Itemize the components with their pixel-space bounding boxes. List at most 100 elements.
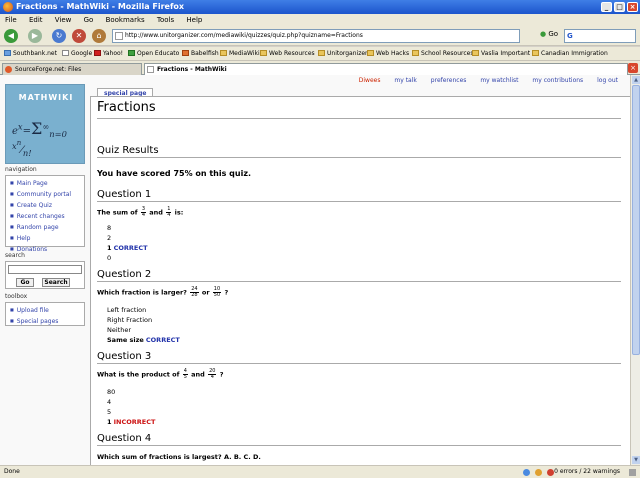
wiki-search-input[interactable]: [8, 265, 82, 274]
site-logo[interactable]: MATHWIKI ex=Σ∞n=0 xn⁄n!: [5, 84, 85, 164]
go-button[interactable]: ● Go: [540, 30, 558, 38]
reload-icon[interactable]: ↻: [52, 29, 66, 43]
question-3-prompt: What is the product of 45 and 20 4 ?: [97, 369, 224, 380]
bookmark-label: Open Educato: [137, 50, 180, 57]
menu-help[interactable]: Help: [186, 16, 202, 24]
bookmark-item[interactable]: Yahoo!: [94, 47, 123, 60]
bookmark-item[interactable]: Open Educato: [128, 47, 180, 60]
answer-option-selected: 1 INCORRECT: [107, 417, 155, 427]
menu-bar: File Edit View Go Bookmarks Tools Help: [0, 14, 640, 26]
go-arrow-icon: ●: [540, 30, 547, 38]
maximize-button[interactable]: □: [614, 2, 625, 12]
question-4-heading: Question 4: [97, 433, 621, 446]
fraction: 14: [166, 207, 172, 218]
fraction: 10 50: [212, 287, 222, 298]
nav-main-page[interactable]: Main Page: [10, 178, 84, 189]
back-arrow-icon[interactable]: ◀: [4, 29, 18, 43]
menu-view[interactable]: View: [55, 16, 72, 24]
menu-bookmarks[interactable]: Bookmarks: [106, 16, 145, 24]
bookmark-label: MediaWiki: [229, 50, 260, 57]
bookmark-item[interactable]: Google: [62, 47, 92, 60]
search-go-button[interactable]: Go: [16, 278, 34, 287]
my-contributions-link[interactable]: my contributions: [532, 77, 583, 84]
question-2-answers: Left fraction Right Fraction Neither Sam…: [107, 305, 180, 345]
vertical-scrollbar[interactable]: ▲ ▼: [630, 75, 640, 465]
user-link[interactable]: Diwees: [359, 77, 381, 84]
forward-arrow-icon[interactable]: ▶: [28, 29, 42, 43]
sourceforge-icon: [5, 66, 12, 73]
bookmark-icon: [182, 50, 189, 56]
menu-edit[interactable]: Edit: [29, 16, 43, 24]
stop-icon[interactable]: ✕: [72, 29, 86, 43]
folder-icon: [532, 50, 539, 56]
navigation-heading: navigation: [5, 166, 37, 173]
error-console-status[interactable]: 0 errors / 22 warnings: [554, 466, 620, 478]
answer-option: Neither: [107, 326, 132, 334]
status-icon: [535, 469, 542, 476]
toolbox-heading: toolbox: [5, 293, 28, 300]
question-2-heading: Question 2: [97, 269, 621, 282]
go-label: Go: [548, 30, 559, 38]
my-talk-link[interactable]: my talk: [394, 77, 416, 84]
bookmark-folder[interactable]: Vaslia Important: [472, 47, 530, 60]
bookmark-folder[interactable]: Web Hacks: [367, 47, 409, 60]
tab-sourceforge[interactable]: SourceForge.net: Files: [2, 63, 142, 75]
search-engine-box[interactable]: G: [564, 29, 636, 43]
bookmark-folder[interactable]: Unitorganizer: [318, 47, 368, 60]
resize-grip-icon[interactable]: [629, 469, 636, 476]
nav-help[interactable]: Help: [10, 233, 84, 244]
page-content: Diwees my talk preferences my watchlist …: [0, 75, 630, 465]
bookmark-item[interactable]: Babelfish: [182, 47, 219, 60]
scrollbar-thumb[interactable]: [632, 85, 640, 355]
bookmark-item[interactable]: Southbank.net: [4, 47, 57, 60]
nav-random-page[interactable]: Random page: [10, 222, 84, 233]
nav-community-portal[interactable]: Community portal: [10, 189, 84, 200]
denominator: 28: [191, 292, 198, 298]
quiz-score: You have scored 75% on this quiz.: [97, 169, 252, 178]
toolbox-special-pages[interactable]: Special pages: [10, 316, 84, 327]
nav-recent-changes[interactable]: Recent changes: [10, 211, 84, 222]
correct-mark: CORRECT: [113, 244, 148, 252]
search-engine-text: G: [567, 32, 573, 40]
correct-mark: CORRECT: [145, 336, 180, 344]
menu-tools[interactable]: Tools: [157, 16, 174, 24]
prompt-text: Which sum of fractions is largest?: [97, 453, 222, 461]
home-icon[interactable]: ⌂: [92, 29, 106, 43]
menu-go[interactable]: Go: [84, 16, 94, 24]
status-text: Done: [4, 468, 20, 475]
quiz-results-heading: Quiz Results: [97, 145, 621, 158]
answer-option: 80: [107, 388, 116, 396]
log-out-link[interactable]: log out: [597, 77, 618, 84]
navigation-portlet: Main Page Community portal Create Quiz R…: [5, 175, 85, 253]
minimize-button[interactable]: _: [601, 2, 612, 12]
question-3-heading: Question 3: [97, 351, 621, 364]
menu-file[interactable]: File: [5, 16, 17, 24]
scroll-down-arrow-icon[interactable]: ▼: [632, 456, 640, 464]
close-tab-icon[interactable]: ×: [628, 63, 638, 73]
prompt-text: ?: [219, 370, 224, 379]
logo-formula: ex=Σ∞n=0 xn⁄n!: [12, 119, 67, 159]
toolbox-upload-file[interactable]: Upload file: [10, 305, 84, 316]
bookmark-folder[interactable]: Web Resources: [260, 47, 315, 60]
page-title: Fractions: [97, 100, 156, 115]
selected-answer: Same size: [107, 336, 144, 344]
firefox-icon: [3, 2, 13, 12]
my-watchlist-link[interactable]: my watchlist: [480, 77, 518, 84]
bookmark-folder[interactable]: School Resources: [412, 47, 473, 60]
nav-create-quiz[interactable]: Create Quiz: [10, 200, 84, 211]
address-bar[interactable]: http://www.unitorganizer.com/mediawiki/q…: [112, 29, 520, 43]
search-search-button[interactable]: Search: [42, 278, 70, 287]
answer-option-selected: 1 CORRECT: [107, 243, 148, 253]
bookmark-folder[interactable]: Canadian Immigration: [532, 47, 608, 60]
prompt-options: A. B. C. D.: [223, 453, 261, 461]
scroll-up-arrow-icon[interactable]: ▲: [632, 76, 640, 84]
preferences-link[interactable]: preferences: [431, 77, 467, 84]
denominator: 4: [141, 212, 146, 218]
question-4-prompt: Which sum of fractions is largest? A. B.…: [97, 453, 261, 461]
page-icon: [115, 32, 123, 40]
bookmark-label: Southbank.net: [13, 50, 57, 57]
bookmark-folder[interactable]: MediaWiki: [220, 47, 260, 60]
prompt-text: The sum of: [97, 208, 138, 217]
question-1-heading: Question 1: [97, 189, 621, 202]
close-window-button[interactable]: ×: [627, 2, 638, 12]
